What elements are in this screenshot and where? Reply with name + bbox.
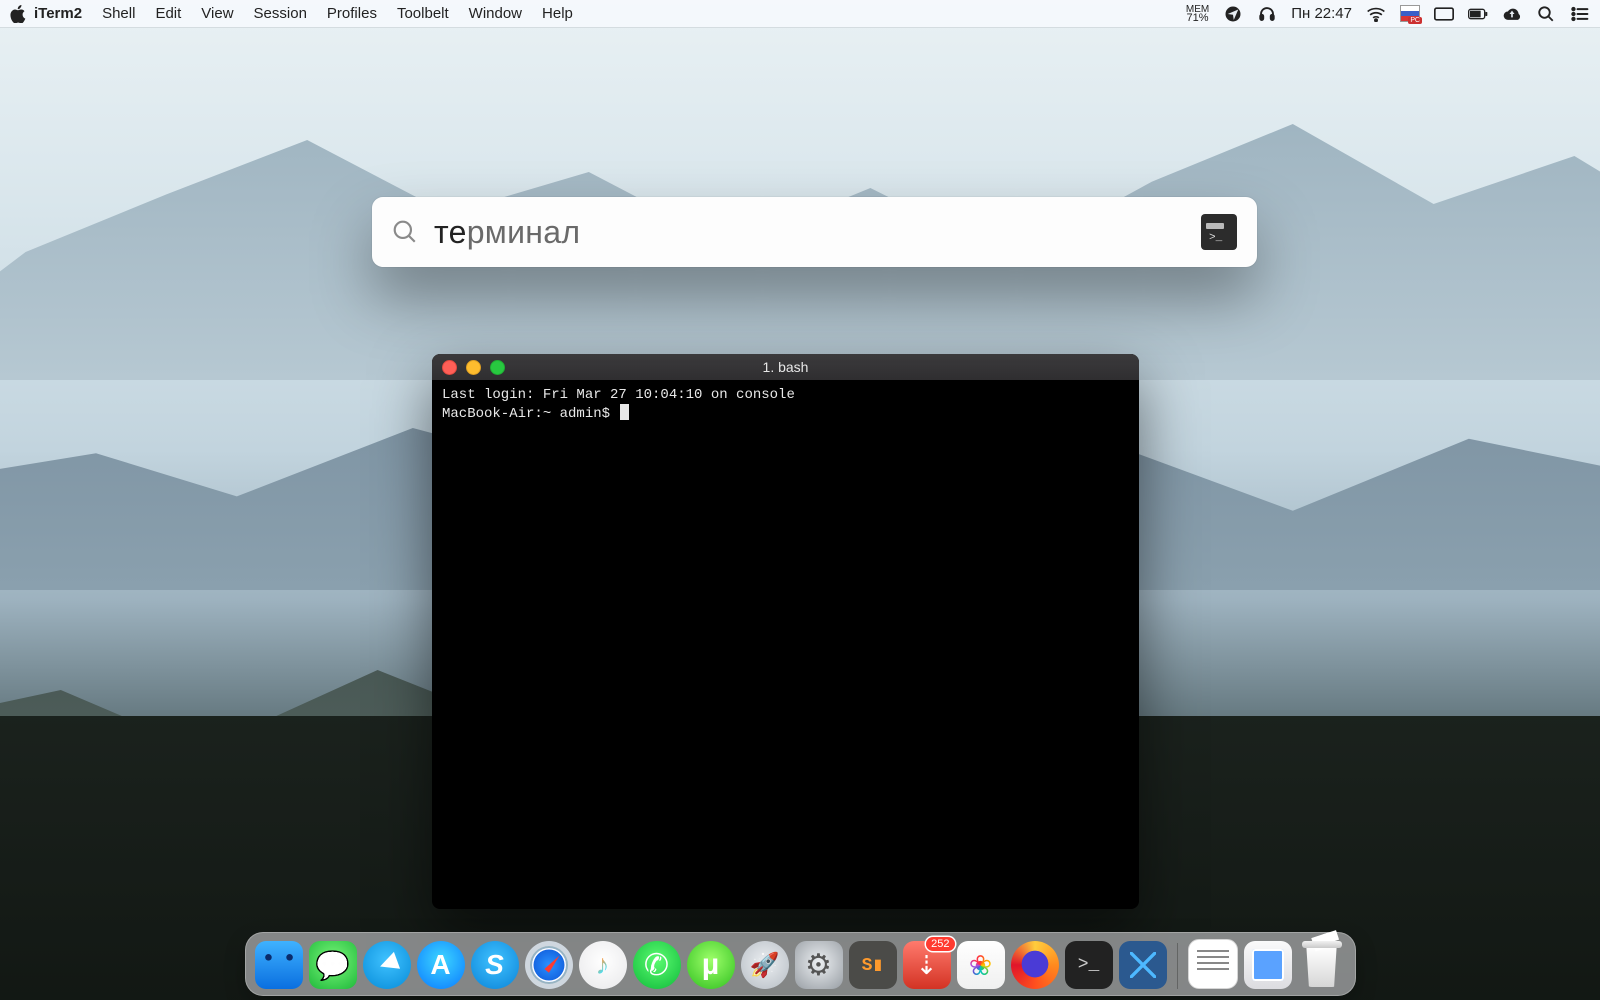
spotlight-input[interactable]: терминал [434, 214, 1189, 251]
menu-profiles[interactable]: Profiles [327, 5, 377, 22]
terminal-line-last-login: Last login: Fri Mar 27 10:04:10 on conso… [442, 387, 795, 403]
dock-app-appstore[interactable] [417, 941, 465, 989]
dock-app-photos[interactable] [957, 941, 1005, 989]
flag-badge: РС [1408, 17, 1422, 24]
spotlight-icon[interactable] [1536, 4, 1556, 24]
menu-toolbelt[interactable]: Toolbelt [397, 5, 449, 22]
dock-app-iterm[interactable] [1065, 941, 1113, 989]
dock-app-finder[interactable] [255, 941, 303, 989]
dock-trash[interactable] [1298, 941, 1346, 989]
dock-app-transmission[interactable]: 252 [903, 941, 951, 989]
menu-session[interactable]: Session [254, 5, 307, 22]
spotlight-search[interactable]: терминал >_ [372, 197, 1257, 267]
mem-percent: 71% [1186, 14, 1209, 23]
mem-status-icon[interactable]: MEM 71% [1186, 5, 1209, 23]
menubar: iTerm2 Shell Edit View Session Profiles … [0, 0, 1600, 27]
input-source-flag-icon[interactable]: РС [1400, 4, 1420, 24]
search-icon [392, 219, 418, 245]
menu-edit[interactable]: Edit [155, 5, 181, 22]
display-toggle-icon[interactable] [1434, 4, 1454, 24]
dock-app-messages[interactable] [309, 941, 357, 989]
wifi-icon[interactable] [1366, 4, 1386, 24]
dock-app-firefox[interactable] [1011, 941, 1059, 989]
dock: 252 [0, 932, 1600, 996]
apple-menu-icon[interactable] [10, 5, 26, 23]
dock-app-launchpad[interactable] [741, 941, 789, 989]
dock-app-vscode[interactable] [1119, 941, 1167, 989]
dock-app-whatsapp[interactable] [633, 941, 681, 989]
dock-app-sublime[interactable] [849, 941, 897, 989]
spotlight-completion-text: рминал [467, 214, 581, 250]
location-icon[interactable] [1223, 4, 1243, 24]
menubar-app-name[interactable]: iTerm2 [34, 5, 82, 22]
headphones-icon[interactable] [1257, 4, 1277, 24]
dock-item-finder-window[interactable] [1244, 941, 1292, 989]
terminal-window[interactable]: 1. bash Last login: Fri Mar 27 10:04:10 … [432, 354, 1139, 909]
menubar-clock[interactable]: Пн 22:47 [1291, 5, 1352, 22]
notification-center-icon[interactable] [1570, 4, 1590, 24]
dock-app-telegram[interactable] [363, 941, 411, 989]
menu-shell[interactable]: Shell [102, 5, 135, 22]
terminal-cursor [620, 404, 629, 420]
battery-icon[interactable] [1468, 4, 1488, 24]
menu-help[interactable]: Help [542, 5, 573, 22]
menu-window[interactable]: Window [469, 5, 522, 22]
dock-item-textedit[interactable] [1188, 939, 1238, 989]
spotlight-top-hit-icon[interactable]: >_ [1201, 214, 1237, 250]
terminal-prompt: MacBook-Air:~ admin$ [442, 406, 618, 422]
cloud-icon[interactable] [1502, 4, 1522, 24]
dock-app-safari[interactable] [525, 941, 573, 989]
dock-separator [1177, 943, 1178, 989]
dock-app-utorrent[interactable] [687, 941, 735, 989]
terminal-titlebar[interactable]: 1. bash [432, 354, 1139, 380]
menubar-right: MEM 71% Пн 22:47 РС [1186, 4, 1590, 24]
dock-app-sysprefs[interactable] [795, 941, 843, 989]
transmission-badge: 252 [926, 937, 954, 951]
terminal-title: 1. bash [432, 359, 1139, 375]
terminal-body[interactable]: Last login: Fri Mar 27 10:04:10 on conso… [432, 380, 1139, 429]
dock-app-itunes[interactable] [579, 941, 627, 989]
dock-app-skype[interactable] [471, 941, 519, 989]
menu-view[interactable]: View [201, 5, 233, 22]
spotlight-typed-text: те [434, 214, 467, 250]
